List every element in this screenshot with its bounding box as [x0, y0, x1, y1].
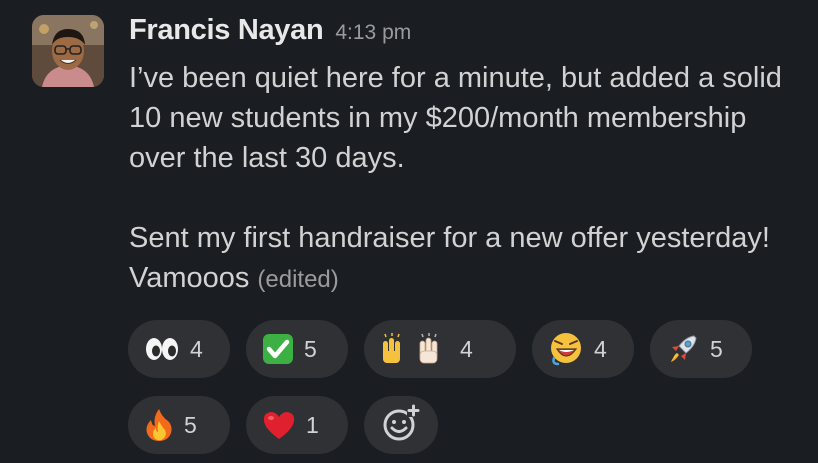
reaction-heart[interactable]: 1: [246, 396, 348, 454]
reaction-count: 5: [710, 335, 723, 362]
reaction-white-check-mark[interactable]: 5: [246, 320, 348, 378]
reaction-count: 4: [460, 335, 473, 362]
reaction-eyes[interactable]: 4: [128, 320, 230, 378]
reaction-count: 4: [594, 335, 607, 362]
reaction-count: 5: [304, 335, 317, 362]
laughing-face-icon: [548, 331, 584, 367]
add-reaction-button[interactable]: [364, 396, 438, 454]
heart-icon: [262, 410, 296, 440]
reaction-count: 4: [190, 335, 203, 362]
message: Francis Nayan 4:13 pm I’ve been quiet he…: [0, 0, 818, 463]
reaction-laughing-face[interactable]: 4: [532, 320, 634, 378]
reaction-raised-hands[interactable]: 4: [364, 320, 516, 378]
rocket-icon: [666, 332, 700, 366]
timestamp[interactable]: 4:13 pm: [335, 21, 411, 45]
reaction-count: 1: [306, 411, 319, 438]
message-body: I’ve been quiet here for a minute, but a…: [129, 58, 799, 300]
reaction-rocket[interactable]: 5: [650, 320, 752, 378]
message-content: Francis Nayan 4:13 pm I’ve been quiet he…: [129, 14, 799, 300]
message-paragraph-1: I’ve been quiet here for a minute, but a…: [129, 62, 782, 174]
eyes-icon: [144, 334, 180, 364]
reactions-bar: 4 5 4 4 5 5 1: [128, 320, 788, 454]
white-check-mark-icon: [262, 333, 294, 365]
message-paragraph-2-text: Sent my first handraiser for a new offer…: [129, 222, 770, 294]
add-reaction-icon: [381, 403, 421, 448]
reaction-count: 5: [184, 411, 197, 438]
fire-icon: [144, 407, 174, 443]
message-paragraph-2: Sent my first handraiser for a new offer…: [129, 218, 799, 300]
author-name[interactable]: Francis Nayan: [129, 14, 324, 47]
edited-label: (edited): [257, 266, 339, 293]
reaction-fire[interactable]: 5: [128, 396, 230, 454]
raised-hands-icon: [380, 333, 450, 365]
avatar[interactable]: [32, 15, 104, 87]
message-header: Francis Nayan 4:13 pm: [129, 14, 799, 54]
